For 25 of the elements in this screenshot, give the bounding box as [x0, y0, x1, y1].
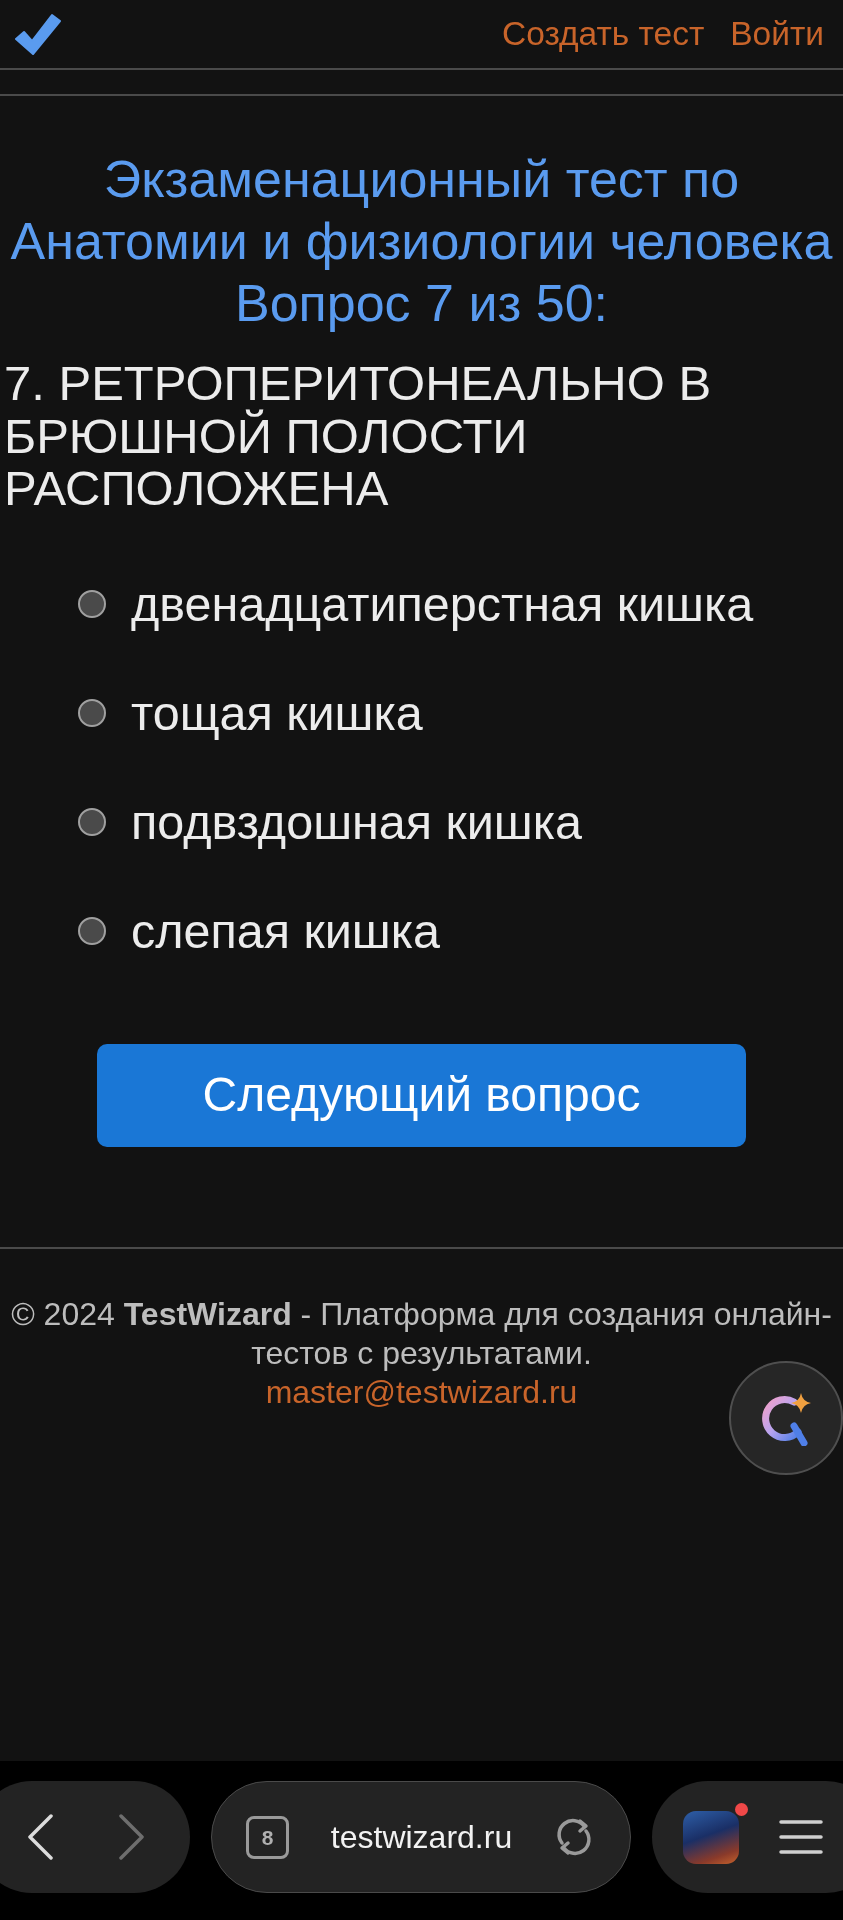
nav-link[interactable]: Создать тест	[501, 14, 705, 54]
next-question-button[interactable]: Следующий вопрос	[97, 1043, 746, 1147]
question-counter: Вопрос 7 из 50:	[233, 273, 609, 334]
answer-option-label[interactable]: слепая кишка	[131, 901, 440, 960]
radio-button[interactable]	[78, 589, 106, 618]
refresh-icon[interactable]	[554, 1817, 594, 1857]
back-icon[interactable]	[27, 1814, 53, 1860]
address-bar[interactable]: 8 testwizard.ru	[211, 1781, 631, 1893]
nav-link[interactable]: Войти	[730, 14, 824, 54]
answer-option-label[interactable]: двенадцатиперстная кишка	[131, 574, 754, 633]
footer-text: © 2024 TestWizard - Платформа для создания онлайн-тестов с результатами.	[10, 1294, 833, 1373]
url-text: testwizard.ru	[330, 1818, 513, 1856]
answer-option-label[interactable]: подвздошная кишка	[131, 792, 583, 851]
radio-button[interactable]	[78, 916, 106, 945]
email-link[interactable]: master@testwizard.ru	[265, 1373, 578, 1410]
check-logo-icon[interactable]	[15, 13, 61, 55]
radio-button[interactable]	[78, 807, 106, 836]
menu-icon[interactable]	[779, 1819, 823, 1855]
notification-dot-icon	[735, 1802, 748, 1816]
test-title: Экзаменационный тест по Анатомии и физиологии человека	[9, 149, 834, 272]
tab-count-button[interactable]: 8	[246, 1815, 289, 1859]
app-icon[interactable]	[683, 1810, 739, 1864]
question-text: 7. РЕТРОПЕРИТОНЕАЛЬНО В БРЮШНОЙ ПОЛОСТИ РАСПОЛОЖЕНА	[3, 357, 713, 515]
answer-option-label[interactable]: тощая кишка	[131, 683, 423, 742]
radio-button[interactable]	[78, 698, 106, 727]
